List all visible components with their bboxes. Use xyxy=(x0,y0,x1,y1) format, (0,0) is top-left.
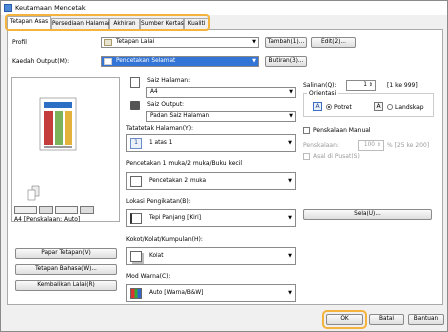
printer-app-icon xyxy=(4,4,12,12)
preview-caption: A4 [Penskalaan: Auto] xyxy=(14,216,81,223)
profile-value: Tetapan Lalai xyxy=(116,39,155,45)
portrait-label: Potret xyxy=(334,104,352,111)
page-layout-icon[interactable] xyxy=(14,206,37,214)
landscape-radio[interactable] xyxy=(387,104,393,110)
output-size-icon xyxy=(130,101,140,110)
spinner-icon[interactable]: ⇕ xyxy=(369,81,373,90)
layout-value: 1 atas 1 xyxy=(149,140,173,146)
copies-range: [1 ke 999] xyxy=(387,82,418,89)
collate-label: Kokot/Kolat/Kumpulan(H): xyxy=(126,236,203,243)
page-preview: A4 [Penskalaan: Auto] xyxy=(11,77,120,223)
chevron-down-icon: ▼ xyxy=(288,253,292,259)
profile-icon xyxy=(104,39,112,46)
chevron-down-icon: ▼ xyxy=(288,290,292,296)
edit-profile-button[interactable]: Edit(2)... xyxy=(311,37,356,48)
staple-icon[interactable] xyxy=(80,206,94,214)
auto-color-icon xyxy=(130,288,142,299)
help-button[interactable]: Bantuan xyxy=(408,314,444,325)
page-size-select[interactable]: A4 ▼ xyxy=(146,87,296,98)
scaling-range: % [25 ke 200] xyxy=(387,142,430,149)
output-size-value: Padan Saiz Halaman xyxy=(150,113,210,119)
scaling-value: 100 xyxy=(363,142,375,148)
chevron-down-icon: ▼ xyxy=(288,140,292,146)
collate-icon xyxy=(130,251,142,262)
copies-label: Salinan(Q): xyxy=(303,82,337,89)
duplex-select[interactable]: Pencetakan 2 muka ▼ xyxy=(126,172,296,190)
binding-label: Lokasi Pengikatan(B): xyxy=(126,198,191,205)
output-method-select[interactable]: Pencetakan Selamat ▼ xyxy=(101,56,259,67)
duplex-print-icon xyxy=(130,176,142,187)
one-up-icon: 1 xyxy=(130,138,142,149)
orientation-legend: Orientasi xyxy=(307,90,339,97)
profile-label: Profil xyxy=(12,39,27,46)
output-size-select[interactable]: Padan Saiz Halaman ▼ xyxy=(146,111,296,122)
spinner-icon[interactable]: ⇕ xyxy=(377,141,381,150)
layout-label: Tatatetak Halaman(Y): xyxy=(126,125,194,132)
color-mode-label: Mod Warna(C): xyxy=(126,273,171,280)
color-mode-select[interactable]: Auto [Warna/B&W] ▼ xyxy=(126,284,296,302)
restore-defaults-button[interactable]: Kembalikan Lalai(R) xyxy=(15,280,117,291)
collate-value: Kolat xyxy=(149,253,164,259)
portrait-icon: A xyxy=(313,102,322,111)
output-method-value: Pencetakan Selamat xyxy=(116,58,176,64)
color-mode-value: Auto [Warna/B&W] xyxy=(149,290,204,296)
chevron-down-icon: ▼ xyxy=(289,89,293,95)
chevron-down-icon: ▼ xyxy=(252,58,256,64)
collate-select[interactable]: Kolat ▼ xyxy=(126,247,296,265)
page-size-icon xyxy=(130,77,140,88)
output-method-label: Kaedah Output(M): xyxy=(12,58,70,65)
binding-setting-button[interactable]: Sela(U)... xyxy=(303,209,432,220)
view-settings-button[interactable]: Papar Tetapan(V) xyxy=(15,248,117,259)
duplex-icon[interactable] xyxy=(39,206,53,214)
page-size-value: A4 xyxy=(150,89,158,95)
center-origin-checkbox[interactable] xyxy=(303,153,310,160)
copies-value: 1 xyxy=(363,82,367,88)
binding-icon[interactable] xyxy=(55,206,78,214)
binding-select[interactable]: Tepi Panjang [Kiri] ▼ xyxy=(126,209,296,227)
chevron-down-icon: ▼ xyxy=(289,113,293,119)
scaling-input[interactable]: 100 ⇕ xyxy=(358,140,384,151)
cancel-button[interactable]: Batal xyxy=(369,314,404,325)
long-edge-left-icon xyxy=(130,213,142,224)
profile-select[interactable]: Tetapan Lalai ▼ xyxy=(101,37,259,48)
print-preferences-window: Keutamaan Mencetak Tetapan Asas Persedia… xyxy=(0,0,448,332)
manual-scaling-checkbox[interactable] xyxy=(303,127,310,134)
duplex-label: Pencetakan 1 muka/2 muka/Buku kecil xyxy=(126,160,243,167)
window-title: Keutamaan Mencetak xyxy=(15,4,86,12)
landscape-icon: A xyxy=(374,102,383,111)
add-profile-button[interactable]: Tambah(1)... xyxy=(265,37,307,48)
chevron-down-icon: ▼ xyxy=(288,215,292,221)
copies-input[interactable]: 1 ⇕ xyxy=(346,80,376,91)
scaling-label: Penskalaan: xyxy=(303,142,339,149)
preview-toolbar xyxy=(14,206,94,214)
layout-select[interactable]: 1 1 atas 1 ▼ xyxy=(126,134,296,152)
page-size-label: Saiz Halaman: xyxy=(147,77,191,84)
binding-value: Tepi Panjang [Kiri] xyxy=(149,215,202,221)
chevron-down-icon: ▼ xyxy=(252,39,256,45)
ok-button[interactable]: OK xyxy=(326,314,363,325)
chevron-down-icon: ▼ xyxy=(288,178,292,184)
manual-scaling-label: Penskalaan Manual xyxy=(313,127,371,134)
secure-print-icon xyxy=(104,58,112,65)
preview-image xyxy=(27,97,77,201)
language-settings-button[interactable]: Tetapan Bahasa(W)... xyxy=(15,264,117,275)
title-bar: Keutamaan Mencetak xyxy=(1,1,447,15)
output-size-label: Saiz Output: xyxy=(147,101,185,108)
landscape-label: Landskap xyxy=(395,104,424,111)
pin-details-button[interactable]: Butiran(3)... xyxy=(265,56,307,67)
center-origin-label: Asal di Pusat(S) xyxy=(313,153,360,160)
duplex-value: Pencetakan 2 muka xyxy=(149,178,207,184)
tabs-highlight xyxy=(5,14,210,31)
portrait-radio[interactable] xyxy=(326,104,332,110)
